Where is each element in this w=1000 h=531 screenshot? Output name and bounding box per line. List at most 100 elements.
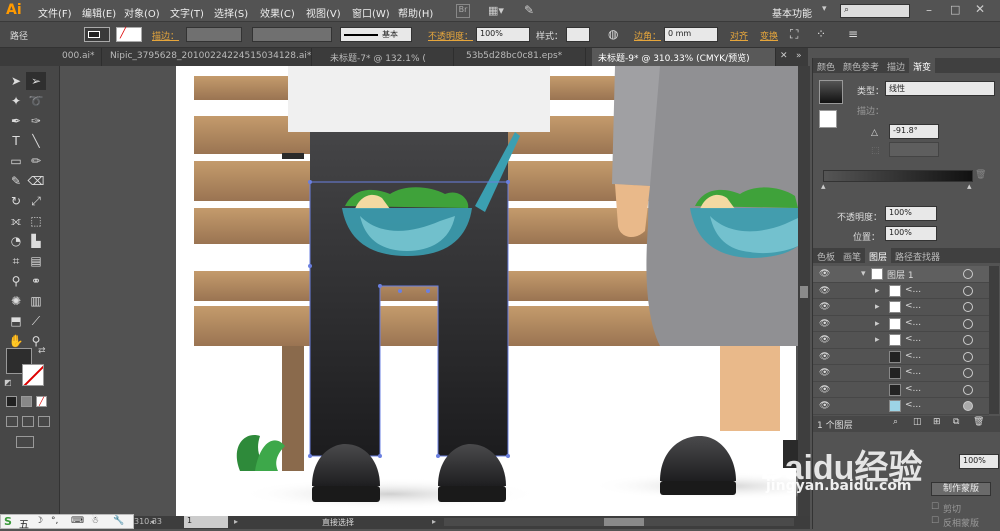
tools-icon[interactable]: 🔧	[113, 516, 124, 526]
gradient-stop-left[interactable]: ▴	[821, 182, 826, 192]
sublayer-name[interactable]: <...	[905, 384, 921, 394]
tab-brushes[interactable]: 画笔	[839, 248, 865, 265]
target-circle[interactable]	[963, 368, 973, 378]
recolor-icon[interactable]: ◍	[608, 27, 618, 41]
blend-tool-icon[interactable]: ⚭	[26, 272, 46, 290]
delete-layer-icon[interactable]: 🗑	[973, 417, 984, 427]
expand-triangle-icon[interactable]: ▾	[861, 269, 866, 279]
tab-color-guide[interactable]: 颜色参考	[839, 58, 883, 75]
status-menu-icon[interactable]: ▸	[432, 517, 436, 526]
artwork[interactable]	[60, 66, 798, 516]
opacity-label[interactable]: 不透明度：	[428, 29, 473, 42]
menu-help[interactable]: 帮助(H)	[398, 5, 433, 20]
tab-doc-3[interactable]: 未标题-7* @ 132.1% (	[324, 48, 454, 66]
stroke-swatch[interactable]: ╱	[116, 27, 142, 42]
lasso-icon[interactable]: ➰	[26, 92, 46, 110]
workspace-dropdown-icon[interactable]: ▾	[822, 4, 827, 14]
visibility-eye-icon[interactable]: 👁	[819, 319, 830, 329]
layers-scrollbar[interactable]	[989, 266, 999, 414]
nav-next-icon[interactable]: ▸	[234, 517, 238, 526]
visibility-eye-icon[interactable]: 👁	[819, 302, 830, 312]
document-canvas[interactable]	[60, 66, 798, 516]
close-button[interactable]: ✕	[975, 2, 985, 16]
sublayer-name[interactable]: <...	[905, 301, 921, 311]
gradient-angle-field[interactable]: -91.8°	[889, 124, 939, 139]
stroke-color-box[interactable]	[22, 364, 44, 386]
corner-label[interactable]: 边角：	[634, 29, 661, 42]
gradient-stroke-swatch[interactable]	[819, 110, 837, 128]
eraser-icon[interactable]: ⌫	[26, 172, 46, 190]
type-tool-icon[interactable]: T	[6, 132, 26, 150]
swap-colors-icon[interactable]: ⇄	[38, 346, 46, 356]
tab-doc-5-active[interactable]: 未标题-9* @ 310.33% (CMYK/预览)	[592, 48, 776, 66]
menu-view[interactable]: 视图(V)	[306, 5, 341, 20]
perspective-grid-icon[interactable]: ▙	[26, 232, 46, 250]
stroke-weight-field[interactable]	[186, 27, 242, 42]
tab-stroke[interactable]: 描边	[883, 58, 909, 75]
locate-object-icon[interactable]: ⌕	[893, 417, 898, 427]
none-mode-icon[interactable]: ╱	[36, 396, 47, 407]
gradient-preview[interactable]	[819, 80, 843, 104]
artboard-number[interactable]: 1	[184, 516, 228, 528]
style-swatch[interactable]	[566, 27, 590, 42]
sublayer-row[interactable]: 👁 <...	[813, 365, 989, 382]
artboard-tool-icon[interactable]: ⬒	[6, 312, 26, 330]
make-clip-mask-icon[interactable]: ◫	[913, 417, 922, 427]
sublayer-name[interactable]: <...	[905, 285, 921, 295]
rotate-tool-icon[interactable]: ↻	[6, 192, 26, 210]
horizontal-scrollbar[interactable]	[444, 518, 794, 526]
visibility-eye-icon[interactable]: 👁	[819, 368, 830, 378]
sublayer-name[interactable]: <...	[905, 351, 921, 361]
sublayer-row[interactable]: 👁 ▸ <...	[813, 283, 989, 299]
moon-icon[interactable]: ☽	[35, 516, 43, 526]
gradient-mode-icon[interactable]	[21, 396, 32, 407]
target-circle[interactable]	[963, 401, 973, 411]
corner-field[interactable]: 0 mm	[664, 27, 718, 42]
tab-overflow-icon[interactable]: »	[796, 51, 802, 61]
tab-gradient[interactable]: 渐变	[909, 58, 936, 75]
clip-checkbox[interactable]: ☐	[931, 502, 939, 512]
curvature-tool-icon[interactable]: ✑	[26, 112, 46, 130]
slice-tool-icon[interactable]: ⟋	[26, 312, 46, 330]
mesh-tool-icon[interactable]: ⌗	[6, 252, 26, 270]
scroll-thumb[interactable]	[800, 286, 808, 298]
sublayer-name[interactable]: <...	[905, 334, 921, 344]
pen-tool-icon[interactable]: ✒	[6, 112, 26, 130]
tab-pathfinder[interactable]: 路径查找器	[891, 248, 944, 265]
expand-arrow-icon[interactable]: ▸	[875, 319, 880, 329]
tab-doc-1[interactable]: 000.ai*	[56, 48, 102, 66]
gpu-performance-icon[interactable]: ✎	[524, 3, 534, 17]
gradient-stop-right[interactable]: ▴	[967, 182, 972, 192]
aspect-ratio-field[interactable]	[889, 142, 939, 157]
gradient-type-select[interactable]: 线性	[885, 81, 995, 96]
transform-link[interactable]: 变换	[760, 29, 778, 42]
menu-select[interactable]: 选择(S)	[214, 5, 248, 20]
visibility-eye-icon[interactable]: 👁	[819, 352, 830, 362]
tab-doc-4[interactable]: 53b5d28bc0c81.eps*	[460, 48, 586, 66]
sublayer-row[interactable]: 👁 ▸ <...	[813, 316, 989, 332]
symbol-sprayer-icon[interactable]: ✺	[6, 292, 26, 310]
menu-window[interactable]: 窗口(W)	[352, 5, 390, 20]
direct-selection-tool-icon[interactable]: ➢	[26, 72, 46, 90]
menu-type[interactable]: 文字(T)	[170, 5, 204, 20]
sublayer-name[interactable]: <...	[905, 400, 921, 410]
visibility-eye-icon[interactable]: 👁	[819, 385, 830, 395]
screen-mode-icon[interactable]	[16, 436, 34, 448]
gradient-slider[interactable]	[823, 170, 973, 182]
bridge-icon[interactable]: Br	[456, 4, 470, 18]
rectangle-tool-icon[interactable]: ▭	[6, 152, 26, 170]
panel-menu-icon[interactable]: ≡	[848, 27, 858, 41]
layer-row-top[interactable]: 👁 ▾ 图层 1	[813, 266, 989, 283]
magic-wand-icon[interactable]: ✦	[6, 92, 26, 110]
workspace-switcher[interactable]: 基本功能	[772, 5, 812, 20]
eyedropper-icon[interactable]: ⚲	[6, 272, 26, 290]
tab-layers[interactable]: 图层	[865, 248, 892, 265]
gradient-tool-icon[interactable]: ▤	[26, 252, 46, 270]
draw-normal-icon[interactable]	[6, 416, 18, 427]
fill-swatch[interactable]	[84, 27, 110, 42]
graph-tool-icon[interactable]: ▥	[26, 292, 46, 310]
selection-tool-icon[interactable]: ➤	[6, 72, 26, 90]
tab-color[interactable]: 颜色	[813, 58, 839, 75]
draw-behind-icon[interactable]	[22, 416, 34, 427]
nav-first-icon[interactable]: ◂	[150, 517, 154, 526]
